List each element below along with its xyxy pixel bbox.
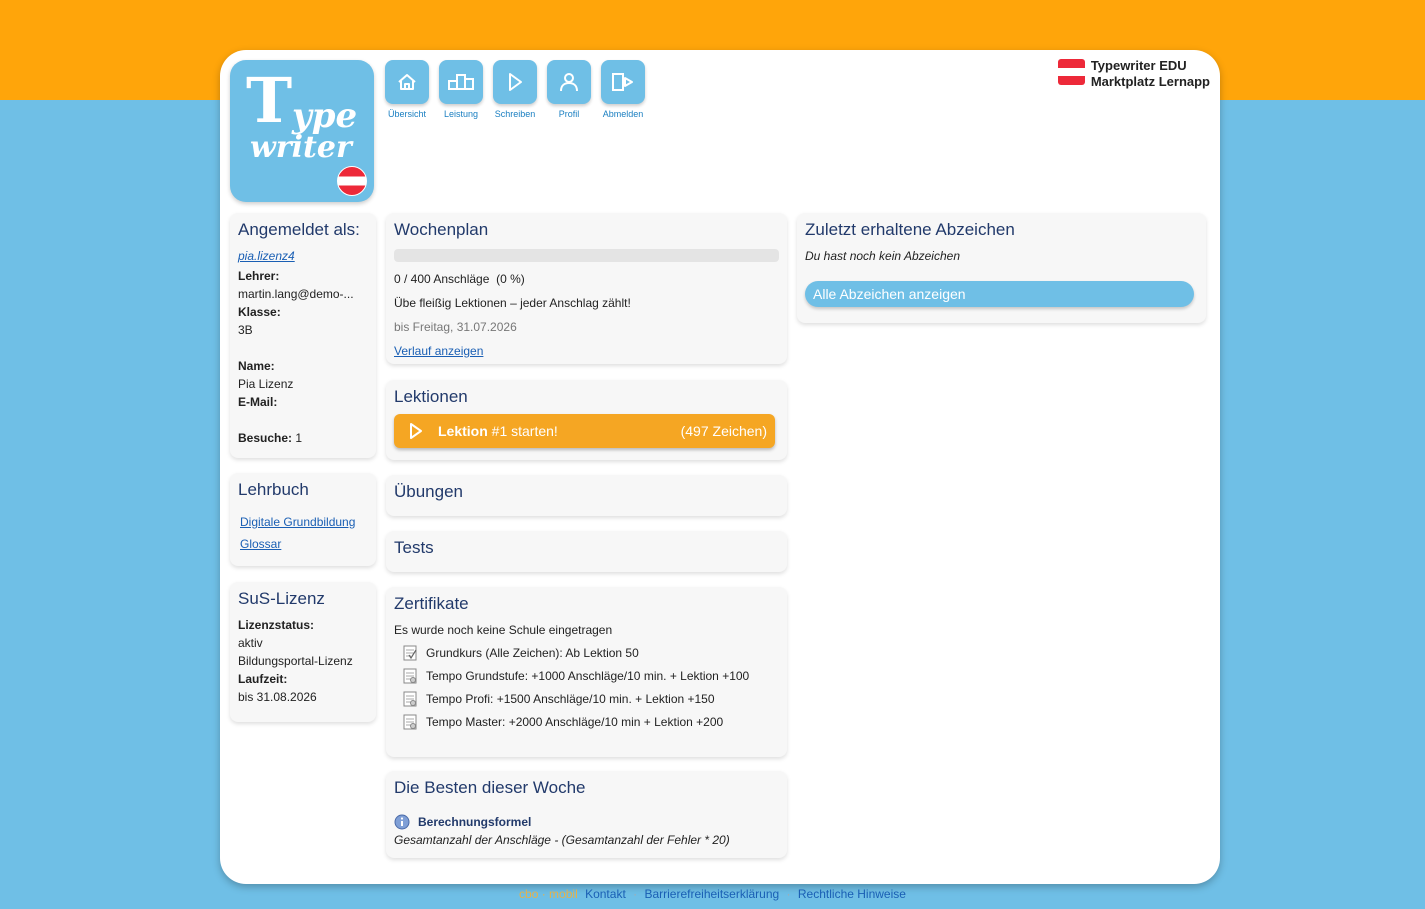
logo-text-writer: writer — [250, 130, 352, 165]
weekplan-progress-text: 0 / 400 Anschläge (0 %) — [394, 272, 525, 286]
footer-link-legal[interactable]: Rechtliche Hinweise — [798, 887, 906, 901]
certificate-item: Grundkurs (Alle Zeichen): Ab Lektion 50 — [394, 641, 779, 664]
teacher-value: martin.lang@demo-... — [238, 287, 354, 301]
tests-title: Tests — [394, 538, 434, 557]
nav-performance-label: Leistung — [443, 109, 479, 119]
logo-letter-t: T — [246, 64, 293, 137]
main-nav: Übersicht Leistung Schreiben Profil Abme… — [384, 60, 654, 119]
weekplan-panel: Wochenplan 0 / 400 Anschläge (0 %) Übe f… — [386, 213, 787, 364]
textbook-link-glossary[interactable]: Glossar — [240, 537, 281, 551]
certificate-icon — [403, 668, 417, 683]
license-status: aktiv — [238, 636, 263, 650]
lessons-title: Lektionen — [394, 387, 468, 406]
footer-link-contact[interactable]: Kontakt — [585, 887, 626, 901]
certificates-title: Zertifikate — [394, 594, 469, 613]
formula-text: Gesamtanzahl der Anschläge - (Gesamtanza… — [394, 833, 730, 847]
badges-panel: Zuletzt erhaltene Abzeichen Du hast noch… — [797, 213, 1206, 323]
nav-overview[interactable]: Übersicht — [384, 60, 430, 119]
best-of-week-panel: Die Besten dieser Woche Berechnungsforme… — [386, 771, 787, 858]
certificate-icon — [403, 691, 417, 706]
certificates-note: Es wurde noch keine Schule eingetragen — [394, 623, 613, 637]
weekplan-motto: Übe fleißig Lektionen – jeder Anschlag z… — [394, 296, 631, 310]
name-value: Pia Lizenz — [238, 377, 294, 391]
license-runtime-label: Laufzeit: — [238, 672, 288, 686]
history-link[interactable]: Verlauf anzeigen — [394, 344, 483, 358]
lesson-char-count: (497 Zeichen) — [680, 423, 767, 439]
license-panel: SuS-Lizenz Lizenzstatus: aktiv Bildungsp… — [230, 582, 376, 722]
podium-icon[interactable] — [439, 60, 483, 104]
brand-line-1: Typewriter EDU — [1090, 58, 1187, 73]
account-title: Angemeldet als: — [238, 220, 360, 239]
footer: cbo · mobil Kontakt · Barrierefreiheitse… — [0, 887, 1425, 901]
textbook-panel: Lehrbuch Digitale Grundbildung Glossar — [230, 473, 376, 566]
best-title: Die Besten dieser Woche — [394, 778, 586, 797]
nav-performance[interactable]: Leistung — [438, 60, 484, 119]
brand-line-2: Marktplatz Lernapp — [1090, 74, 1210, 89]
nav-write[interactable]: Schreiben — [492, 60, 538, 119]
formula-label: Berechnungsformel — [418, 815, 532, 829]
class-value: 3B — [238, 323, 253, 337]
brand-text: Typewriter EDU Marktplatz Lernapp — [1091, 58, 1210, 90]
start-lesson-button[interactable]: Lektion #1 starten! (497 Zeichen) — [394, 414, 775, 448]
certificate-item: Tempo Profi: +1500 Anschläge/10 min. + L… — [394, 687, 779, 710]
license-type: Bildungsportal-Lizenz — [238, 654, 353, 668]
certificate-label: Grundkurs (Alle Zeichen): Ab Lektion 50 — [426, 645, 639, 660]
austria-flag-icon — [337, 166, 367, 196]
certificate-label: Tempo Profi: +1500 Anschläge/10 min. + L… — [426, 691, 715, 706]
tests-panel[interactable]: Tests — [386, 531, 787, 572]
badges-title: Zuletzt erhaltene Abzeichen — [805, 220, 1015, 239]
badges-empty: Du hast noch kein Abzeichen — [805, 249, 960, 263]
teacher-label: Lehrer: — [238, 269, 280, 283]
textbook-link-digital[interactable]: Digitale Grundbildung — [240, 515, 355, 529]
certificate-label: Tempo Grundstufe: +1000 Anschläge/10 min… — [426, 668, 750, 683]
license-title: SuS-Lizenz — [238, 589, 325, 608]
certificates-panel: Zertifikate Es wurde noch keine Schule e… — [386, 587, 787, 757]
nav-profile[interactable]: Profil — [546, 60, 592, 119]
username-link[interactable]: pia.lizenz4 — [238, 249, 295, 263]
nav-profile-label: Profil — [558, 109, 580, 119]
footer-separator: · — [633, 887, 638, 901]
nav-overview-label: Übersicht — [387, 109, 426, 119]
visits-label: Besuche: — [238, 431, 293, 445]
certificate-item: Tempo Grundstufe: +1000 Anschläge/10 min… — [394, 664, 779, 687]
account-panel: Angemeldet als: pia.lizenz4 Lehrer: mart… — [230, 213, 376, 458]
email-label: E-Mail: — [238, 395, 278, 409]
footer-separator: · — [786, 887, 791, 901]
certificate-item: Tempo Master: +2000 Anschläge/10 min + L… — [394, 710, 779, 733]
logout-icon[interactable] — [601, 60, 645, 104]
footer-link-accessibility[interactable]: Barrierefreiheitserklärung — [644, 887, 779, 901]
textbook-title: Lehrbuch — [238, 480, 309, 499]
footer-ghost-text: cbo · mobil — [519, 887, 578, 901]
nav-logout[interactable]: Abmelden — [600, 60, 646, 119]
main-card: T ype writer Übersicht Leistung Schreibe… — [220, 50, 1220, 884]
certificate-icon — [403, 645, 417, 660]
play-icon[interactable] — [493, 60, 537, 104]
certificate-icon — [403, 714, 417, 729]
visits-value: 1 — [295, 431, 303, 445]
typewriter-logo[interactable]: T ype writer — [230, 60, 374, 202]
name-label: Name: — [238, 359, 275, 373]
exercises-title: Übungen — [394, 482, 464, 501]
play-icon — [410, 423, 422, 439]
info-icon — [394, 814, 410, 830]
certificate-label: Tempo Master: +2000 Anschläge/10 min + L… — [426, 714, 724, 729]
austria-flag-icon — [1057, 59, 1085, 85]
weekplan-deadline: bis Freitag, 31.07.2026 — [394, 320, 517, 334]
home-icon[interactable] — [385, 60, 429, 104]
start-lesson-label: Lektion #1 starten! — [438, 423, 558, 439]
nav-write-label: Schreiben — [494, 109, 536, 119]
weekplan-title: Wochenplan — [394, 220, 489, 239]
all-badges-button[interactable]: Alle Abzeichen anzeigen — [805, 281, 1194, 307]
weekplan-progress-bar — [394, 249, 779, 262]
license-status-label: Lizenzstatus: — [238, 618, 315, 632]
user-icon[interactable] — [547, 60, 591, 104]
brand[interactable]: Typewriter EDU Marktplatz Lernapp — [1057, 58, 1210, 90]
lessons-panel: Lektionen Lektion #1 starten! (497 Zeich… — [386, 380, 787, 460]
license-runtime: bis 31.08.2026 — [238, 690, 317, 704]
start-lesson-bold: Lektion — [438, 423, 488, 439]
nav-logout-label: Abmelden — [602, 109, 644, 119]
class-label: Klasse: — [238, 305, 281, 319]
exercises-panel[interactable]: Übungen — [386, 475, 787, 516]
start-lesson-rest: #1 starten! — [487, 423, 558, 439]
